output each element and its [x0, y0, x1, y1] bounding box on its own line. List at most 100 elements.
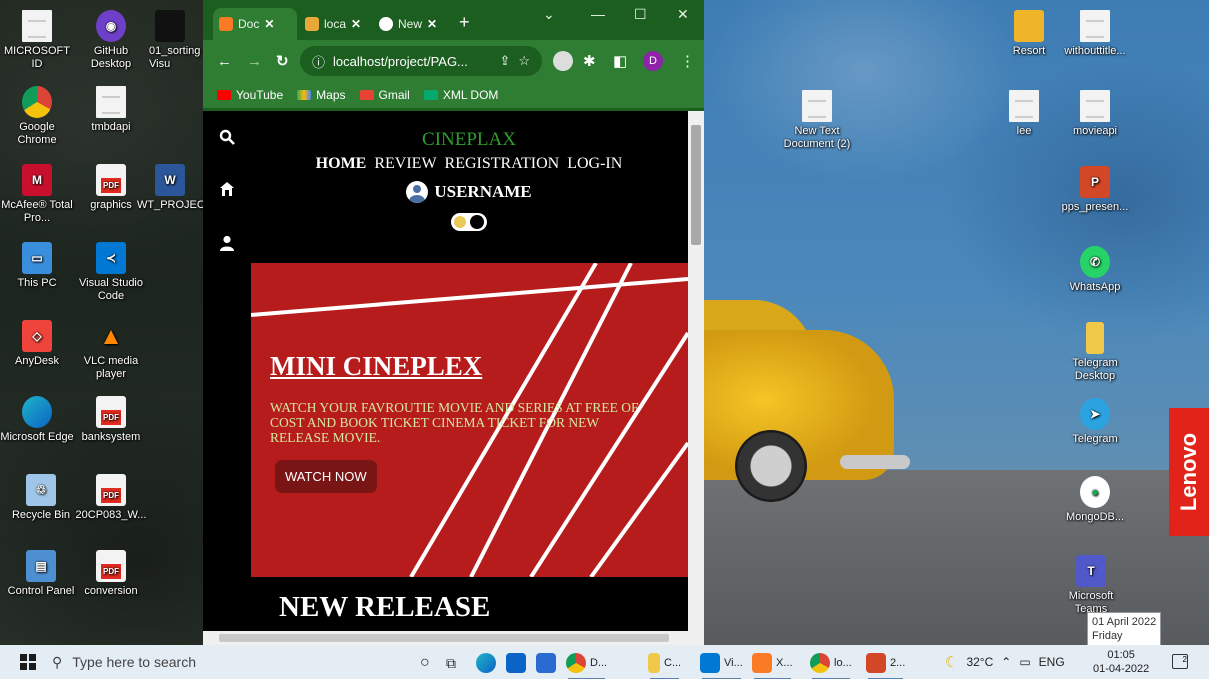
taskbar-app-powerpoint[interactable]: 2... — [866, 652, 905, 679]
desktop-icon-control-panel[interactable]: ▤ Control Panel — [4, 550, 78, 598]
tab-localhost[interactable]: loca ✕ — [299, 8, 369, 40]
taskbar-app-label: Vi... — [724, 657, 743, 669]
watch-now-button[interactable]: WATCH NOW — [275, 460, 377, 493]
desktop-icon-visual-studio-code[interactable]: ≺ Visual Studio Code — [74, 242, 148, 303]
desktop-icon-vlc[interactable]: ▲ VLC media player — [74, 320, 148, 381]
scrollbar-thumb[interactable] — [219, 634, 669, 642]
desktop-icon-label: WT_PROJEC — [137, 199, 203, 211]
maximize-icon[interactable]: ☐ — [634, 6, 647, 23]
desktop-icon-microsoft-edge[interactable]: Microsoft Edge — [0, 396, 74, 444]
extensions-puzzle-icon[interactable]: ✱ — [583, 52, 596, 70]
windows-start-icon[interactable] — [20, 654, 36, 670]
side-panel-icon[interactable]: ◧ — [613, 52, 627, 70]
bookmark-xml-dom[interactable]: XML DOM — [423, 88, 498, 102]
desktop-icon-label: Recycle Bin — [11, 509, 71, 521]
user-icon[interactable] — [219, 235, 235, 251]
desktop-icon-mongodb[interactable]: ● MongoDB... — [1058, 476, 1132, 524]
desktop-icon-new-text-document[interactable]: New Text Document (2) — [780, 90, 854, 151]
taskbar-app-chrome[interactable]: lo... — [810, 652, 852, 679]
share-icon[interactable]: ⇪ — [499, 53, 510, 69]
theme-toggle[interactable] — [451, 213, 487, 231]
reload-icon[interactable]: ↻ — [276, 52, 289, 70]
desktop-icon-banksystem[interactable]: PDF banksystem — [74, 396, 148, 444]
edge-icon — [476, 653, 496, 673]
bookmark-maps[interactable]: Maps — [297, 88, 346, 102]
desktop-icon-tmbdapi[interactable]: tmbdapi — [74, 86, 148, 134]
extension-avatar-icon[interactable] — [553, 51, 573, 71]
tab-search-chevron-icon[interactable]: ⌄ — [543, 6, 555, 23]
tab-xampp-doc[interactable]: Doc ✕ — [213, 8, 297, 40]
taskbar-edge[interactable] — [476, 652, 496, 674]
taskbar-app-vscode[interactable]: Vi... — [700, 652, 743, 679]
desktop-icon-pps-presentation[interactable]: P pps_presen... — [1058, 166, 1132, 214]
desktop-icon-label: 20CP083_W... — [75, 509, 147, 521]
search-icon[interactable] — [219, 129, 235, 145]
info-icon[interactable]: ⓘ — [312, 52, 325, 71]
desktop-icon-anydesk[interactable]: ◇ AnyDesk — [0, 320, 74, 368]
desktop-icon-whatsapp[interactable]: ✆ WhatsApp — [1058, 246, 1132, 294]
minimize-icon[interactable]: — — [591, 6, 605, 22]
close-icon[interactable]: ✕ — [264, 17, 274, 31]
desktop-icon-lee[interactable]: lee — [987, 90, 1061, 138]
tray-chevron-up-icon[interactable]: ⌃ — [1001, 655, 1011, 669]
task-view-icon[interactable]: ⧉ — [446, 652, 456, 674]
taskbar-app-chrome-profile[interactable]: D... — [566, 652, 607, 679]
desktop-icon-microsoft-id[interactable]: MICROSOFT ID — [0, 10, 74, 71]
taskbar-app-xampp[interactable]: X... — [752, 652, 793, 679]
language-indicator[interactable]: ENG — [1039, 655, 1065, 669]
new-tab-button[interactable]: + — [459, 12, 470, 33]
scrollbar-thumb[interactable] — [691, 125, 701, 245]
desktop-icon-movieapi[interactable]: movieapi — [1058, 90, 1132, 138]
vertical-scrollbar[interactable] — [688, 111, 704, 631]
cortana-icon[interactable]: ○ — [420, 652, 430, 674]
desktop-icon-wt-project[interactable]: W WT_PROJEC — [137, 164, 203, 212]
desktop-icon-telegram[interactable]: ➤ Telegram — [1058, 398, 1132, 446]
tab-bar: Doc ✕ loca ✕ New ✕ + ⌄ — ☐ ✕ — [203, 0, 704, 40]
bookmark-star-icon[interactable]: ☆ — [518, 53, 530, 69]
desktop-icon-this-pc[interactable]: ▭ This PC — [0, 242, 74, 290]
nav-home[interactable]: HOME — [316, 155, 367, 173]
desktop-icon-20cp083[interactable]: PDF 20CP083_W... — [74, 474, 148, 522]
desktop-icon-telegram-desktop[interactable]: Telegram Desktop — [1058, 322, 1132, 383]
desktop-icon-google-chrome[interactable]: Google Chrome — [0, 86, 74, 147]
back-arrow-icon[interactable]: ← — [217, 53, 232, 70]
weather-temp[interactable]: 32°C — [966, 655, 993, 669]
bookmark-gmail[interactable]: Gmail — [359, 88, 410, 102]
horizontal-scrollbar[interactable] — [203, 631, 704, 645]
desktop-icon-conversion[interactable]: PDF conversion — [74, 550, 148, 598]
doc-icon — [802, 90, 832, 122]
desktop-icon-label: AnyDesk — [14, 355, 60, 367]
taskbar-search[interactable]: ⚲ Type here to search — [48, 648, 378, 676]
weather-moon-icon[interactable]: ☾ — [945, 653, 958, 671]
nav-registration[interactable]: REGISTRATION — [445, 155, 560, 173]
taskbar-clock[interactable]: 01:05 01-04-2022 — [1093, 648, 1149, 676]
nav-log-in[interactable]: LOG-IN — [567, 155, 622, 173]
address-bar[interactable]: ⓘ localhost/project/PAG... ⇪ ☆ — [300, 46, 542, 76]
taskbar-store[interactable] — [536, 652, 556, 674]
desktop-icon-vscode-project[interactable]: 01_sorting - dsa - Visu — [137, 10, 203, 71]
close-icon[interactable]: ✕ — [427, 17, 437, 31]
menu-kebab-icon[interactable]: ⋮ — [680, 52, 695, 70]
desktop-icon-resort[interactable]: Resort — [992, 10, 1066, 58]
forward-arrow-icon[interactable]: → — [247, 53, 262, 70]
site-brand[interactable]: CINEPLAX — [250, 129, 688, 151]
desktop-icon-mcafee[interactable]: M McAfee® Total Pro... — [0, 164, 74, 225]
desktop-icon-recycle-bin[interactable]: ♲ Recycle Bin — [4, 474, 78, 522]
teams-icon: T — [1076, 555, 1106, 587]
taskbar-mail[interactable] — [506, 652, 526, 674]
desktop-icon-microsoft-teams[interactable]: T Microsoft Teams — [1054, 555, 1128, 616]
taskbar-app-file-explorer[interactable]: C... — [648, 652, 681, 679]
home-icon[interactable] — [219, 181, 235, 197]
close-window-icon[interactable]: ✕ — [677, 6, 689, 23]
desktop-icon-withouttitle[interactable]: withouttitle... — [1058, 10, 1132, 58]
notification-center-icon[interactable]: 2 — [1172, 654, 1188, 669]
battery-icon[interactable]: ▭ — [1019, 655, 1030, 669]
close-icon[interactable]: ✕ — [351, 17, 361, 31]
user-profile[interactable]: USERNAME — [250, 181, 688, 203]
nav-review[interactable]: REVIEW — [374, 155, 436, 173]
tab-new-tab[interactable]: New ✕ — [373, 8, 451, 40]
user-avatar-icon — [406, 181, 429, 203]
profile-avatar[interactable]: D — [643, 51, 663, 71]
chrome-profile-icon — [566, 653, 586, 673]
bookmark-youtube[interactable]: YouTube — [217, 88, 283, 102]
